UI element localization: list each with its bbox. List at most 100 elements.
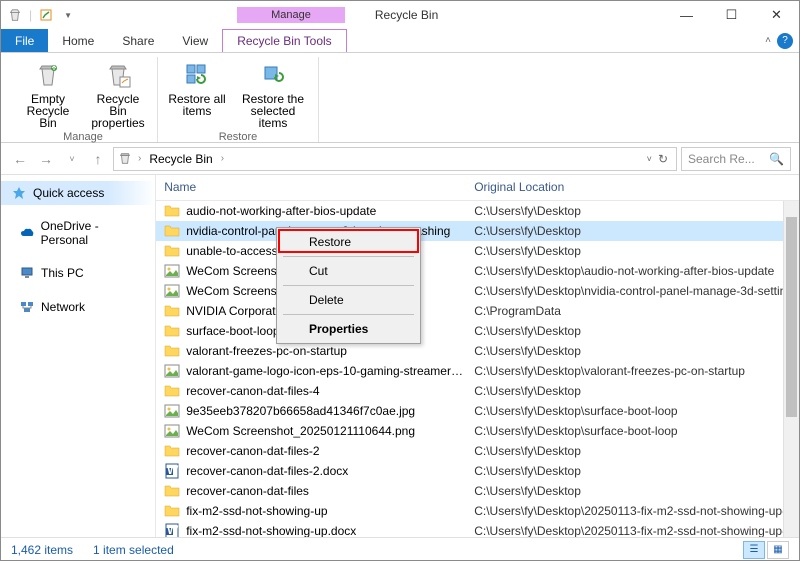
file-row[interactable]: surface-boot-loopC:\Users\fy\Desktop: [156, 321, 799, 341]
file-location: C:\ProgramData: [466, 304, 799, 318]
file-row[interactable]: fix-m2-ssd-not-showing-upC:\Users\fy\Des…: [156, 501, 799, 521]
contextual-tab-header: Manage: [237, 7, 345, 23]
folder-icon: [164, 223, 180, 239]
qat-dropdown-icon[interactable]: ▼: [60, 7, 76, 23]
file-row[interactable]: valorant-game-logo-icon-eps-10-gaming-st…: [156, 361, 799, 381]
column-headers: Name Original Location: [156, 175, 799, 201]
button-label: Restore the selected items: [238, 93, 308, 129]
restore-all-button[interactable]: Restore all items: [168, 59, 226, 117]
up-button[interactable]: ↑: [87, 148, 109, 170]
image-icon: [164, 403, 180, 419]
maximize-button[interactable]: ☐: [709, 1, 754, 29]
file-name: recover-canon-dat-files: [186, 484, 466, 498]
address-dropdown-icon[interactable]: ˅: [647, 154, 652, 164]
folder-icon: [164, 243, 180, 259]
file-list-pane: Name Original Location audio-not-working…: [156, 175, 799, 537]
sidebar-item-onedrive[interactable]: OneDrive - Personal: [1, 215, 155, 251]
image-icon: [164, 363, 180, 379]
column-original-location[interactable]: Original Location: [466, 180, 799, 194]
file-name: recover-canon-dat-files-2: [186, 444, 466, 458]
minimize-button[interactable]: —: [664, 1, 709, 29]
vertical-scrollbar[interactable]: [783, 201, 799, 537]
tab-home[interactable]: Home: [48, 29, 108, 52]
file-row[interactable]: 9e35eeb378207b66658ad41346f7c0ae.jpgC:\U…: [156, 401, 799, 421]
forward-button[interactable]: →: [35, 148, 57, 170]
svg-text:W: W: [167, 463, 179, 477]
file-row[interactable]: NVIDIA CorporationC:\ProgramData: [156, 301, 799, 321]
folder-icon: [164, 323, 180, 339]
search-input[interactable]: Search Re... 🔍: [681, 147, 791, 171]
file-row[interactable]: recover-canon-dat-files-4C:\Users\fy\Des…: [156, 381, 799, 401]
folder-icon: [164, 383, 180, 399]
sidebar-item-quick-access[interactable]: Quick access: [1, 181, 155, 205]
help-icon[interactable]: ?: [777, 33, 793, 49]
column-name[interactable]: Name: [156, 180, 466, 194]
file-row[interactable]: recover-canon-dat-filesC:\Users\fy\Deskt…: [156, 481, 799, 501]
recycle-bin-properties-button[interactable]: Recycle Bin properties: [89, 59, 147, 129]
scrollbar-thumb[interactable]: [786, 217, 797, 417]
file-row[interactable]: nvidia-control-panel-manage-3d-settings-…: [156, 221, 799, 241]
navigation-bar: ← → ˅ ↑ › Recycle Bin › ˅ ↻ Search Re...…: [1, 143, 799, 175]
tab-file[interactable]: File: [1, 29, 48, 52]
tab-view[interactable]: View: [168, 29, 222, 52]
file-name: valorant-freezes-pc-on-startup: [186, 344, 466, 358]
recycle-bin-icon: [7, 7, 23, 23]
file-row[interactable]: unable-to-access-...C:\Users\fy\Desktop: [156, 241, 799, 261]
quick-access-toolbar: | ▼: [1, 1, 82, 29]
restore-all-icon: [181, 59, 213, 91]
tab-recycle-bin-tools[interactable]: Recycle Bin Tools: [222, 29, 347, 52]
ribbon-group-label: Manage: [63, 129, 103, 147]
folder-icon: [164, 303, 180, 319]
file-location: C:\Users\fy\Desktop: [466, 464, 799, 478]
file-row[interactable]: Wfix-m2-ssd-not-showing-up.docxC:\Users\…: [156, 521, 799, 537]
file-row[interactable]: WeCom Screenshot...C:\Users\fy\Desktop\a…: [156, 261, 799, 281]
file-location: C:\Users\fy\Desktop: [466, 204, 799, 218]
chevron-right-icon[interactable]: ›: [138, 153, 141, 164]
sidebar-label: Network: [41, 300, 85, 314]
context-menu-delete[interactable]: Delete: [279, 288, 418, 312]
file-row[interactable]: valorant-freezes-pc-on-startupC:\Users\f…: [156, 341, 799, 361]
cloud-icon: [19, 225, 35, 241]
sidebar-label: This PC: [41, 266, 84, 280]
file-row[interactable]: WeCom Screenshot_20250121110644.pngC:\Us…: [156, 421, 799, 441]
file-row[interactable]: audio-not-working-after-bios-updateC:\Us…: [156, 201, 799, 221]
sidebar-item-this-pc[interactable]: This PC: [1, 261, 155, 285]
file-name: recover-canon-dat-files-4: [186, 384, 466, 398]
folder-icon: [164, 483, 180, 499]
file-name: recover-canon-dat-files-2.docx: [186, 464, 466, 478]
status-bar: 1,462 items 1 item selected ☰ ▦: [1, 537, 799, 561]
address-bar[interactable]: › Recycle Bin › ˅ ↻: [113, 147, 677, 171]
file-name: 9e35eeb378207b66658ad41346f7c0ae.jpg: [186, 404, 466, 418]
details-view-button[interactable]: ☰: [743, 541, 765, 559]
file-row[interactable]: recover-canon-dat-files-2C:\Users\fy\Des…: [156, 441, 799, 461]
file-row[interactable]: WeCom Screenshot...C:\Users\fy\Desktop\n…: [156, 281, 799, 301]
title-bar: | ▼ Manage Recycle Bin — ☐ ✕: [1, 1, 799, 29]
restore-selected-button[interactable]: Restore the selected items: [238, 59, 308, 129]
sidebar-item-network[interactable]: Network: [1, 295, 155, 319]
ribbon-expand-icon[interactable]: ˄: [765, 35, 771, 46]
window-title: Recycle Bin: [375, 8, 438, 22]
refresh-icon[interactable]: ↻: [658, 152, 668, 166]
folder-icon: [164, 443, 180, 459]
history-dropdown[interactable]: ˅: [61, 148, 83, 170]
sidebar-label: Quick access: [33, 186, 104, 200]
sidebar-label: OneDrive - Personal: [41, 219, 148, 247]
close-button[interactable]: ✕: [754, 1, 799, 29]
large-icons-view-button[interactable]: ▦: [767, 541, 789, 559]
ribbon-group-label: Restore: [219, 129, 258, 147]
properties-icon[interactable]: [38, 7, 54, 23]
file-location: C:\Users\fy\Desktop: [466, 344, 799, 358]
context-menu-cut[interactable]: Cut: [279, 259, 418, 283]
file-location: C:\Users\fy\Desktop: [466, 224, 799, 238]
chevron-right-icon[interactable]: ›: [221, 153, 224, 164]
back-button[interactable]: ←: [9, 148, 31, 170]
file-row[interactable]: Wrecover-canon-dat-files-2.docxC:\Users\…: [156, 461, 799, 481]
empty-recycle-bin-button[interactable]: Empty Recycle Bin: [19, 59, 77, 129]
context-menu-properties[interactable]: Properties: [279, 317, 418, 341]
tab-share[interactable]: Share: [108, 29, 168, 52]
breadcrumb[interactable]: Recycle Bin: [145, 152, 216, 166]
svg-text:W: W: [167, 523, 179, 537]
selection-count: 1 item selected: [93, 543, 174, 557]
context-menu-restore[interactable]: Restore: [279, 230, 418, 254]
file-location: C:\Users\fy\Desktop\20250113-fix-m2-ssd-…: [466, 524, 799, 537]
